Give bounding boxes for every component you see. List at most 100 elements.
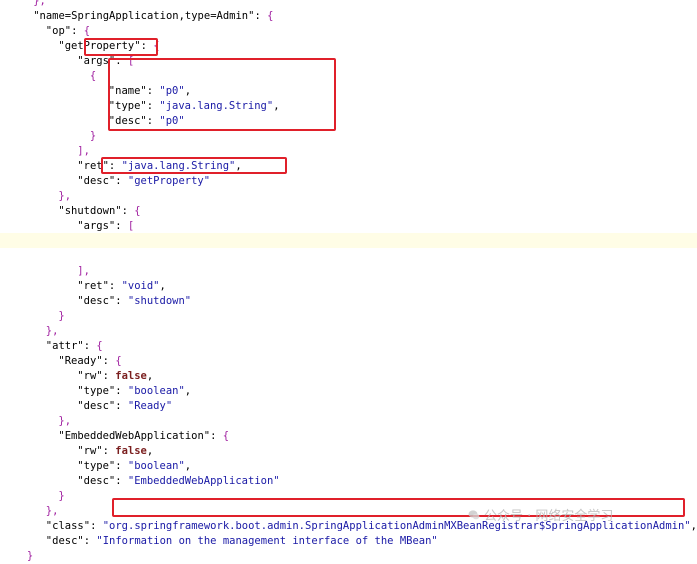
code-line: } (90, 129, 96, 144)
code-key: : (254, 10, 268, 22)
code-line: "type": "boolean", (77, 384, 191, 399)
code-bracket: }, (58, 415, 72, 427)
code-key: : (102, 370, 116, 382)
code-line: ], (77, 144, 90, 159)
code-bracket: }, (45, 505, 59, 517)
code-key: : (83, 340, 97, 352)
code-key: : (102, 355, 116, 367)
code-bracket: } (58, 490, 65, 502)
code-key: "EmbeddedWebApplication" (58, 430, 211, 442)
code-key: , (146, 445, 154, 457)
code-line: }, (58, 414, 71, 429)
code-key: : (115, 385, 128, 397)
code-line: "desc": "Information on the management i… (46, 534, 438, 549)
code-bracket: { (267, 10, 274, 22)
code-bracket: { (222, 430, 230, 442)
code-line: "args": [ (77, 219, 134, 234)
code-bracket: { (134, 205, 141, 217)
code-key: : (102, 445, 116, 457)
code-key: "desc" (77, 475, 116, 487)
code-key: : (115, 475, 128, 487)
code-key: "desc" (77, 295, 116, 307)
code-line: "Ready": { (58, 354, 121, 369)
code-literal: false (115, 370, 147, 382)
code-bracket: }, (58, 190, 72, 202)
code-string: "getProperty" (127, 175, 211, 187)
code-line: "desc": "shutdown" (77, 294, 191, 309)
watermark-text: 公众号 · 网络安全学习 (484, 509, 614, 524)
code-line: "desc": "Ready" (77, 399, 172, 414)
code-bracket: } (89, 130, 97, 142)
code-key: , (184, 460, 192, 472)
code-string: "shutdown" (127, 295, 192, 307)
code-key: : (115, 295, 128, 307)
code-key: "name=SpringApplication,type=Admin" (33, 10, 255, 22)
wechat-icon (468, 510, 480, 520)
watermark: 公众号 · 网络安全学习 (468, 505, 613, 524)
highlight-box-getproperty (84, 38, 158, 56)
code-key: "rw" (77, 445, 103, 457)
code-key: "rw" (77, 370, 103, 382)
code-key: "Ready" (58, 355, 103, 367)
code-line: "desc": "EmbeddedWebApplication" (77, 474, 279, 489)
code-key: "args" (77, 220, 116, 232)
code-key: , (184, 385, 192, 397)
code-string: "void" (121, 280, 160, 292)
code-line: }, (46, 324, 59, 339)
code-key: : (115, 460, 128, 472)
code-line: }, (46, 504, 59, 519)
code-line: }, (58, 189, 71, 204)
code-key: "class" (45, 520, 91, 532)
code-line: "type": "boolean", (77, 459, 191, 474)
code-key: "attr" (45, 340, 84, 352)
code-key: "op" (45, 25, 72, 37)
code-bracket: ], (77, 145, 90, 157)
code-key: "desc" (77, 400, 116, 412)
current-line-highlight (0, 233, 697, 248)
code-key: , (146, 370, 154, 382)
code-key: : (121, 205, 135, 217)
code-string: "boolean" (127, 460, 185, 472)
code-key: "type" (77, 460, 116, 472)
code-line: } (27, 549, 33, 564)
highlight-box-args (108, 58, 336, 131)
code-bracket: { (89, 70, 97, 82)
code-string: "boolean" (127, 385, 185, 397)
code-line: "attr": { (46, 339, 103, 354)
code-string: "Information on the management interface… (96, 535, 438, 547)
code-line: "name=SpringApplication,type=Admin": { (33, 9, 273, 24)
code-line: "ret": "void", (77, 279, 166, 294)
code-key: : (115, 220, 128, 232)
code-line: "desc": "getProperty" (77, 174, 210, 189)
code-line: ], (77, 264, 90, 279)
code-key: : (115, 400, 128, 412)
code-line: }, (33, 0, 46, 9)
code-key: : (108, 280, 122, 292)
code-line: "rw": false, (77, 369, 153, 384)
code-line: } (58, 309, 64, 324)
code-bracket: }, (45, 325, 59, 337)
code-bracket: }, (33, 0, 46, 7)
code-bracket: { (83, 25, 91, 37)
code-key: : (83, 535, 97, 547)
code-line: "EmbeddedWebApplication": { (58, 429, 229, 444)
code-key: : (71, 25, 84, 37)
code-key: "ret" (77, 280, 109, 292)
code-line: "op": { (46, 24, 90, 39)
code-line: "shutdown": { (58, 204, 140, 219)
code-line: { (90, 69, 96, 84)
code-bracket: } (26, 550, 34, 562)
highlight-box-ret (101, 157, 287, 174)
code-bracket: ], (77, 265, 90, 277)
code-key: : (90, 520, 103, 532)
code-bracket: } (58, 310, 65, 322)
code-line: } (58, 489, 64, 504)
code-key: , (159, 280, 166, 292)
code-key: : (115, 175, 128, 187)
code-bracket: [ (127, 220, 135, 232)
code-key: "type" (77, 385, 116, 397)
code-bracket: { (115, 355, 122, 367)
code-bracket: { (96, 340, 103, 352)
code-string: "EmbeddedWebApplication" (127, 475, 280, 487)
code-string: "Ready" (127, 400, 173, 412)
